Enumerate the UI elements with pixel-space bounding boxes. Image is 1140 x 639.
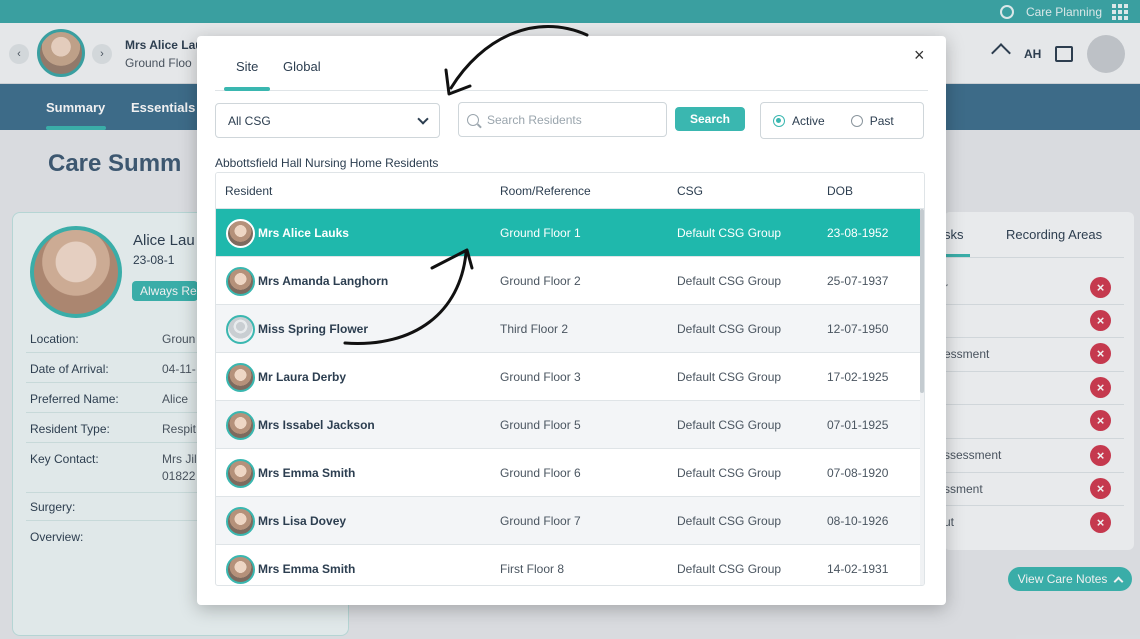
annotation-arrows	[343, 25, 589, 345]
arrow-head-csg	[444, 68, 472, 96]
arrow-to-selected-row	[343, 251, 468, 345]
arrow-to-csg-select	[449, 25, 589, 90]
